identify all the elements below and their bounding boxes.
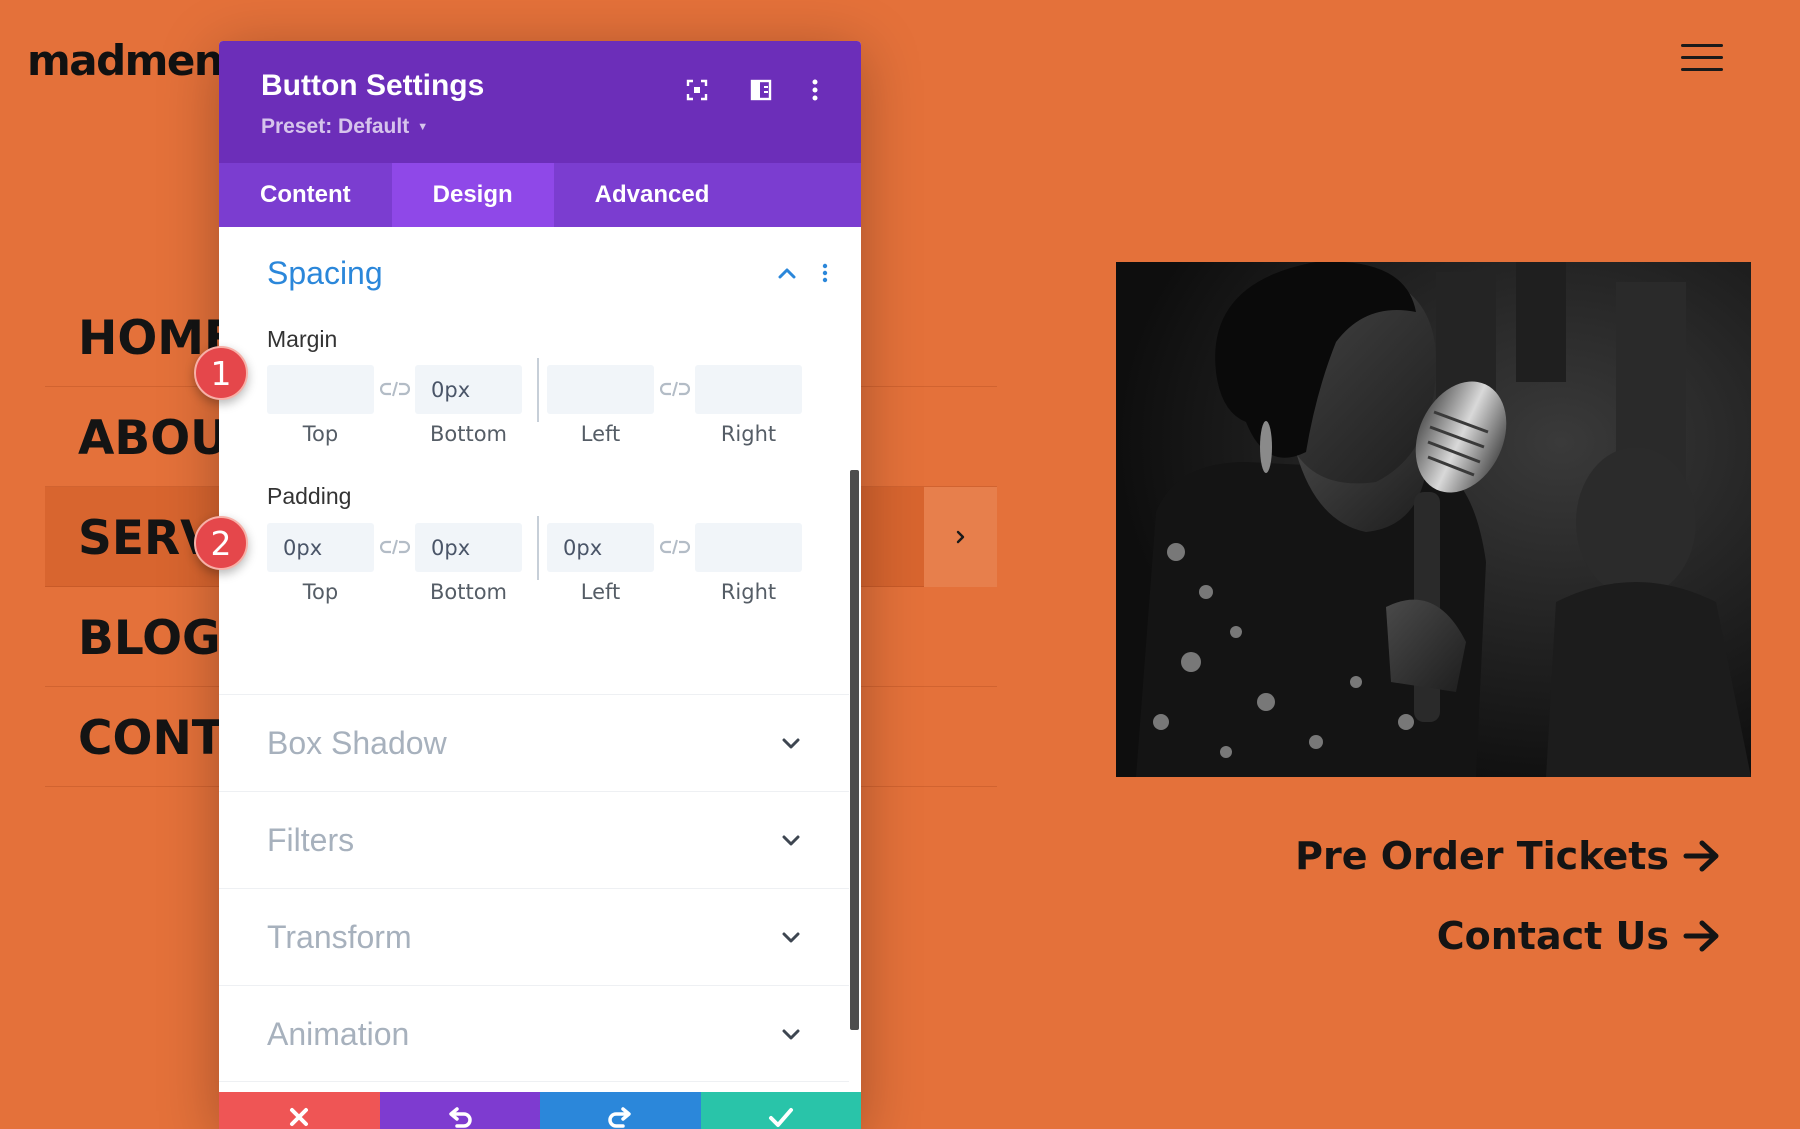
chevron-down-icon [779, 1023, 803, 1047]
cta-label: Pre Order Tickets [1295, 834, 1669, 878]
link-top-bottom-icon[interactable] [378, 535, 412, 559]
caption-bottom: Bottom [429, 580, 508, 604]
margin-top-input[interactable] [267, 365, 374, 414]
undo-icon [449, 1107, 472, 1128]
padding-left-input[interactable] [547, 523, 654, 572]
caption-bottom: Bottom [429, 422, 508, 446]
divider [537, 358, 539, 422]
arrow-right-icon [1683, 920, 1719, 952]
caret-down-icon: ▼ [417, 121, 429, 133]
chevron-down-icon [779, 732, 803, 756]
nav-item-label: BLOG [78, 611, 221, 666]
contact-us-link[interactable]: Contact Us [1437, 914, 1721, 958]
more-options-icon[interactable] [798, 73, 832, 107]
margin-controls: Top Bottom Left Right [267, 358, 827, 475]
section-title: Animation [267, 1016, 410, 1052]
box-shadow-section[interactable]: Box Shadow [219, 694, 849, 791]
link-top-bottom-icon[interactable] [378, 377, 412, 401]
caption-right: Right [720, 422, 777, 446]
transform-section[interactable]: Transform [219, 888, 849, 985]
hamburger-menu-icon[interactable] [1681, 42, 1723, 74]
settings-body: Spacing Margin 0px Top Bottom Left Right… [219, 227, 861, 1129]
redo-icon [608, 1107, 631, 1128]
padding-controls: Top Bottom Left Right [267, 516, 827, 633]
padding-bottom-input[interactable] [415, 523, 522, 572]
divider [537, 516, 539, 580]
section-title: Box Shadow [267, 725, 447, 761]
preset-label: Preset: Default [261, 115, 410, 138]
fullscreen-icon[interactable] [680, 73, 714, 107]
animation-section[interactable]: Animation [219, 985, 849, 1082]
section-title: Filters [267, 822, 355, 858]
caption-left: Left [580, 580, 621, 604]
preset-dropdown[interactable]: Preset: Default ▼ [261, 115, 428, 139]
link-left-right-icon[interactable] [658, 377, 692, 401]
cta-label: Contact Us [1436, 914, 1669, 958]
button-settings-modal: Button Settings Preset: Default ▼ Conten… [219, 41, 861, 1129]
checkmark-icon [768, 1108, 793, 1127]
padding-right-input[interactable] [695, 523, 802, 572]
pre-order-tickets-link[interactable]: Pre Order Tickets [1295, 834, 1721, 878]
section-title: Transform [267, 919, 412, 955]
caption-right: Right [720, 580, 777, 604]
chevron-down-icon [779, 829, 803, 853]
link-left-right-icon[interactable] [658, 535, 692, 559]
filters-section[interactable]: Filters [219, 791, 849, 888]
settings-tabs: Content Design Advanced [219, 163, 861, 227]
undo-button[interactable] [379, 1092, 540, 1129]
singer-photo [1116, 262, 1751, 777]
caption-top: Top [302, 422, 339, 446]
chevron-right-icon [956, 530, 964, 544]
save-button[interactable] [700, 1092, 861, 1129]
arrow-right-icon [1683, 840, 1719, 872]
tab-advanced[interactable]: Advanced [554, 163, 751, 227]
close-icon [290, 1108, 309, 1126]
padding-label: Padding [267, 483, 352, 509]
caption-top: Top [302, 580, 339, 604]
chevron-down-icon [779, 926, 803, 950]
split-view-icon[interactable] [744, 73, 778, 107]
modal-title: Button Settings [261, 69, 485, 102]
tab-design[interactable]: Design [391, 163, 554, 227]
scrollbar[interactable] [850, 470, 859, 1030]
site-logo[interactable]: madmenu [27, 36, 252, 85]
submenu-toggle[interactable] [924, 487, 997, 587]
margin-label: Margin [267, 326, 338, 352]
padding-top-input[interactable] [267, 523, 374, 572]
chevron-up-icon[interactable] [775, 261, 799, 285]
spacing-section-title[interactable]: Spacing [267, 255, 383, 292]
margin-right-input[interactable] [695, 365, 802, 414]
margin-left-input[interactable] [547, 365, 654, 414]
cancel-button[interactable] [219, 1092, 380, 1129]
margin-bottom-input[interactable] [415, 365, 522, 414]
section-options-icon[interactable] [813, 261, 837, 285]
step-badge-1: 1 [194, 346, 248, 400]
redo-button[interactable] [540, 1092, 701, 1129]
caption-left: Left [580, 422, 621, 446]
modal-footer [219, 1092, 861, 1129]
step-badge-2: 2 [194, 516, 248, 570]
tab-content[interactable]: Content [219, 163, 392, 227]
modal-header[interactable]: Button Settings Preset: Default ▼ [219, 41, 861, 163]
